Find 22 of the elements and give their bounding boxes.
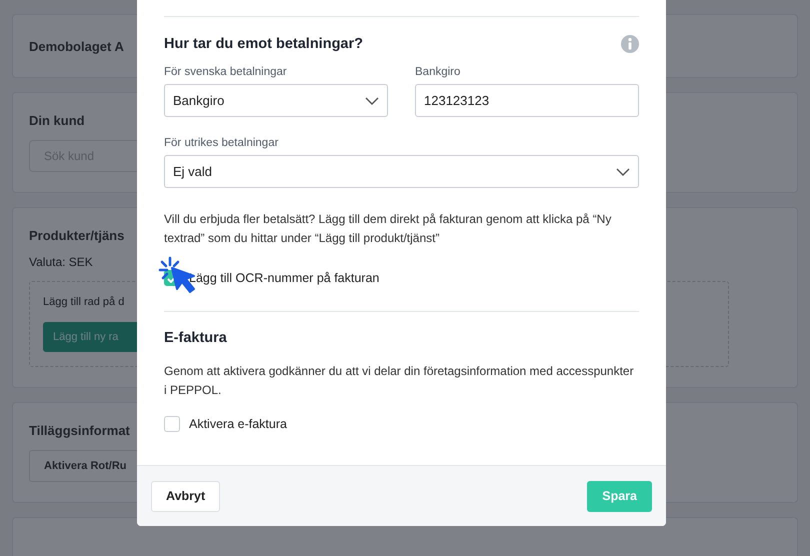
info-paragraph: Vill du erbjuda fler betalsätt? Lägg till dem direkt på fakturan genom att klicka på “Ny textrad” som du hittar under “Lägg till produkt/tjänst” [164,211,612,247]
field-label: Bankgiro [415,66,462,78]
card-title: Produkter/tjäns [29,228,124,243]
currency-label: Valuta: SEK [29,255,93,269]
section-title: Hur tar du emot betalningar? [164,36,363,52]
consent-paragraph: Genom att aktivera godkänner du att vi delar din företagsinformation med accesspunkter i PEPPOL. [164,363,635,399]
checkbox[interactable] [164,416,180,432]
payment-method-dropdown[interactable]: Bankgiro [164,84,388,117]
checkbox-label: Aktivera e-faktura [189,417,287,431]
card-title: Demobolaget A [29,38,124,54]
card-title: Din kund [29,113,85,128]
checkbox-label: Lägg till OCR-nummer på fakturan [189,271,380,285]
bankgiro-input[interactable]: 123123123 [415,84,639,117]
chevron-icon [365,96,379,104]
info-icon [621,35,639,53]
card-title: Tilläggsinformat [29,423,130,438]
field-label: För utrikes betalningar [164,137,280,149]
cancel-button[interactable]: Avbryt [151,480,220,512]
chevron-icon [616,168,630,176]
empty-rows-text: Lägg till rad på d [43,296,126,308]
foreign-payment-dropdown[interactable]: Ej vald [164,155,639,188]
field-label: För svenska betalningar [164,66,288,78]
